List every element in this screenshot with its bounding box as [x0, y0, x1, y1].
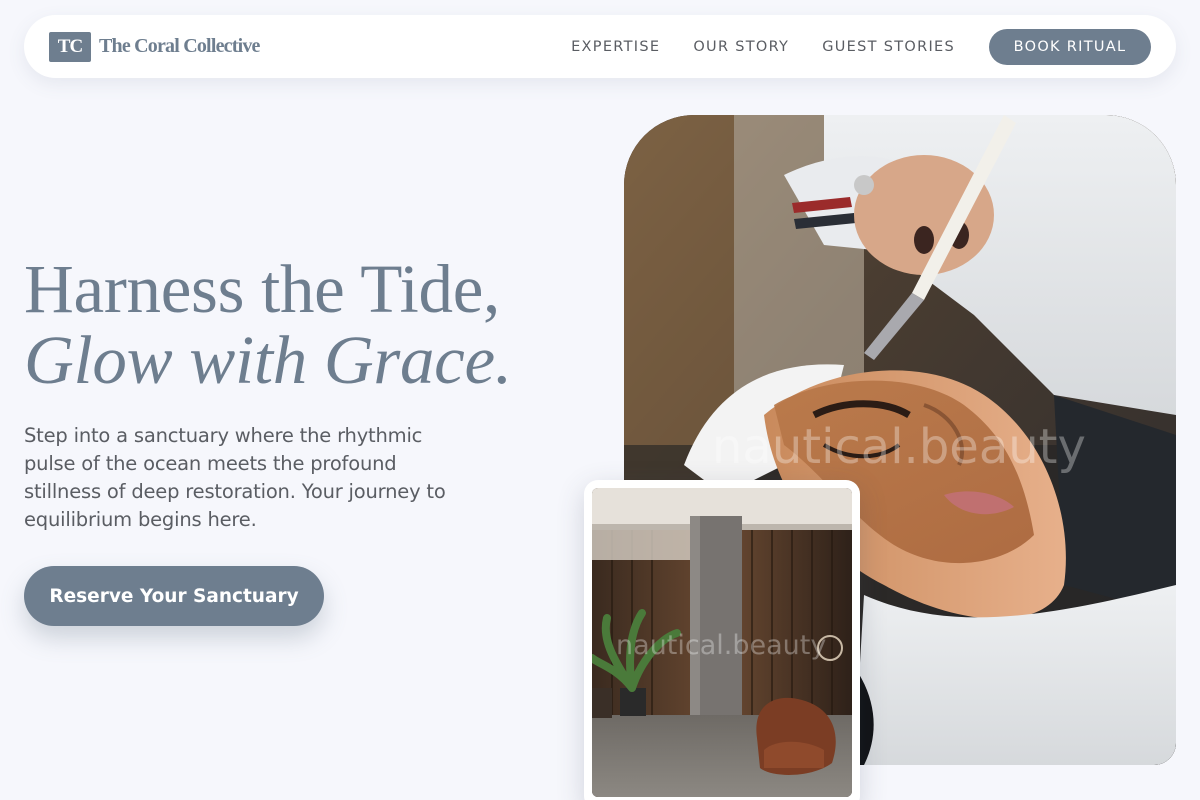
nav-link-guest-stories[interactable]: GUEST STORIES — [822, 39, 955, 55]
svg-text:nautical.beauty: nautical.beauty — [616, 630, 826, 661]
book-ritual-button[interactable]: BOOK RITUAL — [989, 28, 1151, 65]
brand-name: The Coral Collective — [99, 35, 260, 57]
nav-link-expertise[interactable]: EXPERTISE — [571, 39, 660, 55]
reserve-sanctuary-button[interactable]: Reserve Your Sanctuary — [24, 566, 324, 626]
logo-mark: TC — [49, 31, 91, 62]
top-nav: TC The Coral Collective EXPERTISE OUR ST… — [24, 15, 1176, 78]
spa-interior-card: nautical.beauty — [584, 480, 860, 800]
nav-links: EXPERTISE OUR STORY GUEST STORIES BOOK R… — [571, 28, 1151, 65]
spa-interior-photo: nautical.beauty — [592, 488, 852, 797]
hero-description: Step into a sanctuary where the rhythmic… — [24, 424, 446, 531]
hero-title-line2: Glow with Grace. — [24, 322, 512, 398]
hero-title: Harness the Tide, Glow with Grace. — [24, 254, 512, 396]
brand-logo[interactable]: TC The Coral Collective — [49, 31, 260, 62]
hero-title-line1: Harness the Tide, — [24, 251, 500, 327]
svg-text:nautical.beauty: nautical.beauty — [712, 419, 1086, 475]
nav-link-our-story[interactable]: OUR STORY — [693, 39, 789, 55]
